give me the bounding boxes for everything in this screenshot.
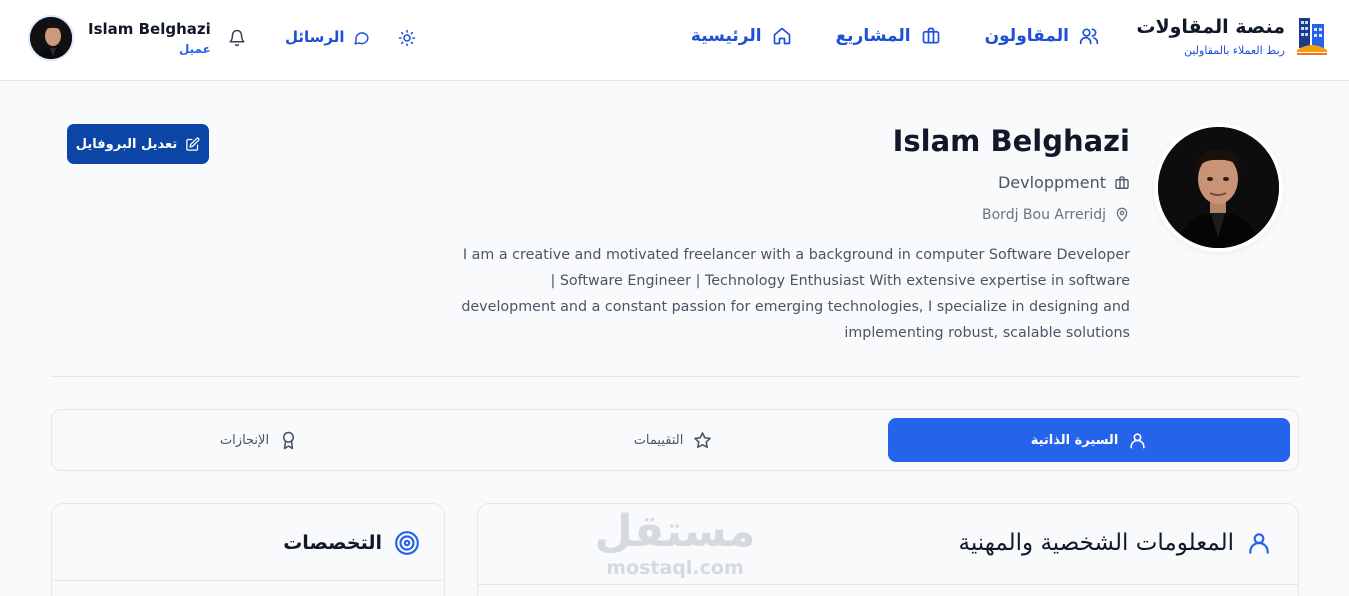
card-header-divider xyxy=(52,580,444,581)
bell-icon[interactable] xyxy=(228,29,246,47)
specialties-title: التخصصات xyxy=(283,530,420,556)
profile-location: Bordj Bou Arreridj xyxy=(982,207,1130,223)
profile-tabs: السيرة الذاتية التقييمات الإنجازات xyxy=(51,409,1299,471)
profile-photo xyxy=(1158,127,1279,248)
award-icon xyxy=(283,431,295,449)
target-icon xyxy=(395,531,419,555)
profile-job-label: Devloppment xyxy=(997,173,1106,192)
user-name: Islam Belghazi xyxy=(88,20,211,38)
profile-bio: I am a creative and motivated freelancer… xyxy=(461,247,1130,341)
nav-home[interactable]: الرئيسية xyxy=(691,26,792,46)
messages-label: الرسائل xyxy=(285,28,345,46)
briefcase-icon xyxy=(1115,175,1129,189)
profile-name: Islam Belghazi xyxy=(892,124,1130,158)
nav-contractors[interactable]: المقاولون xyxy=(985,26,1099,46)
tab-achievements[interactable]: الإنجازات xyxy=(58,418,460,462)
users-icon xyxy=(1079,28,1099,45)
brand[interactable]: منصة المقاولات ربط العملاء بالمقاولين xyxy=(1136,14,1329,58)
brand-title: منصة المقاولات xyxy=(1136,15,1285,38)
tab-reviews[interactable]: التقييمات xyxy=(472,418,874,462)
briefcase-icon xyxy=(922,27,939,44)
user-icon xyxy=(1130,432,1145,448)
tab-achievements-label: الإنجازات xyxy=(219,432,270,448)
specialties-card: التخصصات xyxy=(51,503,445,596)
profile-job: Devloppment xyxy=(998,173,1130,192)
tab-reviews-label: التقييمات xyxy=(633,432,684,448)
personal-info-title-label: المعلومات الشخصية والمهنية xyxy=(958,530,1234,556)
message-circle-icon xyxy=(353,31,369,45)
main-nav: الرئيسية المشاريع المقاولون xyxy=(691,26,1099,46)
star-icon xyxy=(694,431,712,448)
theme-toggle-sun-icon[interactable] xyxy=(398,29,416,47)
watermark-arabic: مستقل xyxy=(594,506,756,557)
edit-profile-button[interactable]: تعديل البروفايل xyxy=(67,124,209,164)
nav-contractors-label: المقاولون xyxy=(984,26,1069,46)
section-divider xyxy=(51,376,1299,377)
edit-profile-label: تعديل البروفايل xyxy=(75,136,178,152)
profile-location-label: Bordj Bou Arreridj xyxy=(982,207,1106,223)
nav-home-label: الرئيسية xyxy=(690,26,762,46)
top-navbar: منصة المقاولات ربط العملاء بالمقاولين ال… xyxy=(0,0,1349,81)
watermark-latin: mostaql.com xyxy=(606,557,744,579)
nav-projects-label: المشاريع xyxy=(835,26,911,46)
avatar xyxy=(28,15,74,61)
tab-cv[interactable]: السيرة الذاتية xyxy=(888,418,1290,462)
specialties-title-label: التخصصات xyxy=(283,532,382,554)
tab-cv-label: السيرة الذاتية xyxy=(1030,432,1119,448)
user-menu[interactable]: Islam Belghazi عميل xyxy=(28,15,211,61)
nav-projects[interactable]: المشاريع xyxy=(836,26,941,46)
personal-info-title: المعلومات الشخصية والمهنية xyxy=(959,530,1272,556)
building-logo-icon xyxy=(1297,18,1327,55)
card-header-divider xyxy=(478,584,1298,585)
profile-avatar xyxy=(1158,127,1279,248)
home-icon xyxy=(773,27,790,45)
avatar-photo xyxy=(30,17,72,59)
user-role: عميل xyxy=(178,42,211,56)
watermark: مستقل mostaql.com xyxy=(592,506,758,578)
edit-icon xyxy=(186,137,200,151)
brand-subtitle: ربط العملاء بالمقاولين xyxy=(1183,43,1285,57)
user-icon xyxy=(1249,533,1269,554)
messages-link[interactable]: الرسائل xyxy=(285,28,370,46)
map-pin-icon xyxy=(1116,207,1128,222)
